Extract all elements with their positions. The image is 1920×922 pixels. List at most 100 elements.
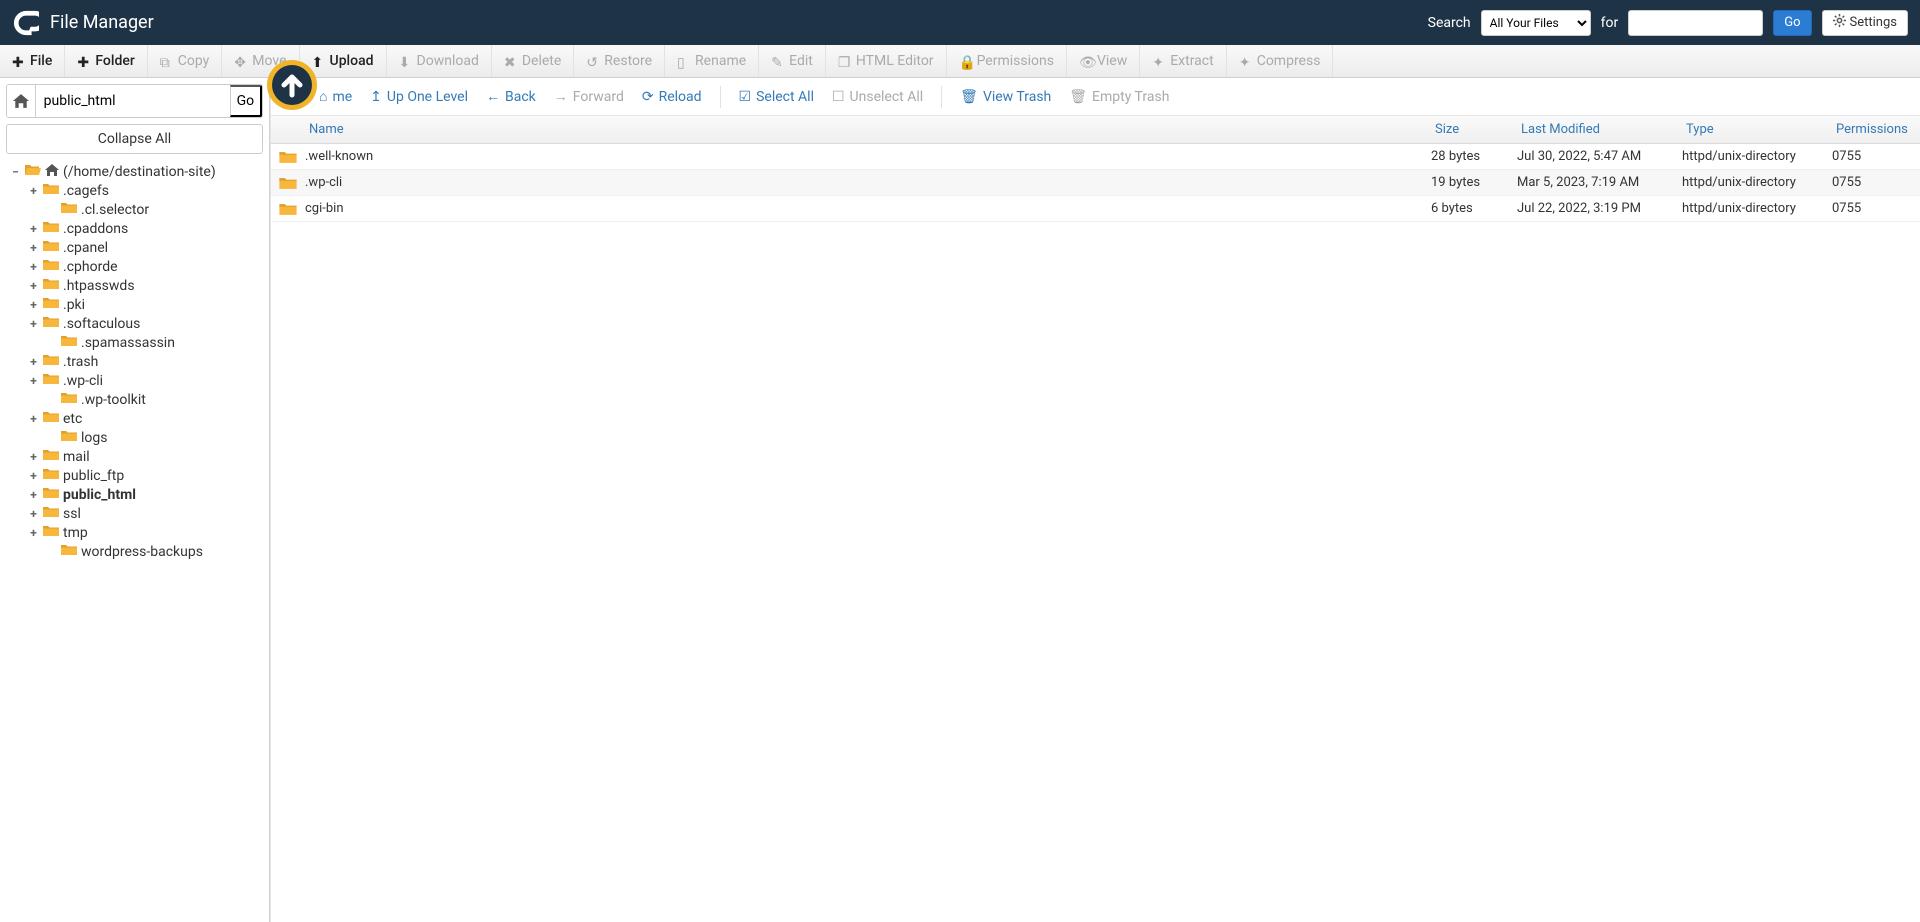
tree-expander[interactable]: + xyxy=(28,260,39,274)
toolbar-label: Copy xyxy=(178,53,210,69)
arrow-left-icon: ← xyxy=(486,88,500,105)
tree-item[interactable]: +.cpanel xyxy=(6,238,263,257)
view-trash-label: View Trash xyxy=(983,89,1051,105)
settings-button[interactable]: Settings xyxy=(1822,10,1908,36)
search-input[interactable] xyxy=(1628,10,1763,36)
tree-expander[interactable]: + xyxy=(28,488,39,502)
col-perm-header[interactable]: Permissions xyxy=(1832,122,1920,137)
move-icon: ✥ xyxy=(234,55,247,68)
cpanel-logo-icon xyxy=(12,9,40,37)
folder-icon xyxy=(61,201,77,218)
arrow-right-icon: → xyxy=(554,88,568,105)
search-label: Search xyxy=(1428,15,1471,31)
tree-expander[interactable]: + xyxy=(28,222,39,236)
tree-expander[interactable]: + xyxy=(28,526,39,540)
tree-item[interactable]: .cl.selector xyxy=(6,200,263,219)
back-action[interactable]: ← Back xyxy=(486,88,536,105)
tree-label: (/home/destination-site) xyxy=(63,164,216,180)
tree-item[interactable]: +.cagefs xyxy=(6,181,263,200)
cell-type: httpd/unix-directory xyxy=(1682,149,1832,164)
toolbar-copy-button: ⧉ Copy xyxy=(148,45,223,77)
search-scope-select[interactable]: All Your Files xyxy=(1481,10,1591,36)
view-trash-action[interactable]: 🗑 View Trash xyxy=(960,89,1051,105)
tree-label: ssl xyxy=(63,506,81,522)
tree-label: .softaculous xyxy=(63,316,140,332)
content-pane: ⌂ me ↥ Up One Level ← Back → Forward ⟳ R… xyxy=(270,78,1920,922)
tree-item[interactable]: +.htpasswds xyxy=(6,276,263,295)
tree-label: wordpress-backups xyxy=(81,544,203,560)
tree-item[interactable]: +.wp-cli xyxy=(6,371,263,390)
tree-expander[interactable]: + xyxy=(28,412,39,426)
gear-icon xyxy=(1833,14,1846,31)
tree-item[interactable]: .spamassassin xyxy=(6,333,263,352)
tree-item[interactable]: +public_html xyxy=(6,485,263,504)
toolbar-label: Extract xyxy=(1170,53,1213,69)
toolbar-label: Permissions xyxy=(977,53,1054,69)
table-row[interactable]: .well-known28 bytesJul 30, 2022, 5:47 AM… xyxy=(271,144,1920,170)
tree-item[interactable]: .wp-toolkit xyxy=(6,390,263,409)
tree-item[interactable]: logs xyxy=(6,428,263,447)
cell-name: .wp-cli xyxy=(305,175,1431,190)
empty-trash-action[interactable]: 🗑 Empty Trash xyxy=(1069,89,1169,105)
table-row[interactable]: cgi-bin6 bytesJul 22, 2022, 3:19 PMhttpd… xyxy=(271,196,1920,222)
tree-item[interactable]: + .cpaddons xyxy=(6,219,263,238)
select-all-action[interactable]: ☑ Select All xyxy=(739,89,814,105)
tree-item[interactable]: wordpress-backups xyxy=(6,542,263,561)
collapse-all-button[interactable]: Collapse All xyxy=(6,124,263,154)
tree-item[interactable]: +.trash xyxy=(6,352,263,371)
toolbar-file-button[interactable]: ✚File xyxy=(0,45,65,77)
unselect-all-action[interactable]: ☐ Unselect All xyxy=(832,89,923,105)
path-input[interactable] xyxy=(36,85,230,117)
col-type-header[interactable]: Type xyxy=(1682,122,1832,137)
tree-item[interactable]: +public_ftp xyxy=(6,466,263,485)
search-go-button[interactable]: Go xyxy=(1773,10,1811,36)
tree-item[interactable]: + ssl xyxy=(6,504,263,523)
tree-expander[interactable]: + xyxy=(28,241,39,255)
tree-expander[interactable]: + xyxy=(28,469,39,483)
tree-expander[interactable]: + xyxy=(28,279,39,293)
tree-item[interactable]: +etc xyxy=(6,409,263,428)
tree-label: .pki xyxy=(63,297,85,313)
col-name-header[interactable]: Name xyxy=(305,122,1431,137)
reload-action[interactable]: ⟳ Reload xyxy=(642,89,702,105)
reload-label: Reload xyxy=(659,89,702,105)
tree-item[interactable]: +tmp xyxy=(6,523,263,542)
tree-item[interactable]: + .softaculous xyxy=(6,314,263,333)
tree-item[interactable]: +.cphorde xyxy=(6,257,263,276)
tree-expander[interactable]: + xyxy=(28,450,39,464)
forward-action[interactable]: → Forward xyxy=(554,88,624,105)
tree-expander[interactable]: + xyxy=(28,507,39,521)
folder-icon xyxy=(43,524,59,541)
toolbar-folder-button[interactable]: ✚Folder xyxy=(65,45,147,77)
upload-highlight-badge xyxy=(267,60,317,110)
tree-item[interactable]: − (/home/destination-site) xyxy=(6,162,263,181)
table-row[interactable]: .wp-cli19 bytesMar 5, 2023, 7:19 AMhttpd… xyxy=(271,170,1920,196)
cell-type: httpd/unix-directory xyxy=(1682,201,1832,216)
cell-perm: 0755 xyxy=(1832,149,1920,164)
tree-expander[interactable]: − xyxy=(10,165,21,179)
home-action[interactable]: ⌂ me xyxy=(319,88,352,105)
tree-expander[interactable]: + xyxy=(28,184,39,198)
tree-expander[interactable]: + xyxy=(28,317,39,331)
cell-name: .well-known xyxy=(305,149,1431,164)
app-header: File Manager Search All Your Files for G… xyxy=(0,0,1920,45)
tree-expander[interactable]: + xyxy=(28,355,39,369)
col-modified-header[interactable]: Last Modified xyxy=(1517,122,1682,137)
folder-icon xyxy=(43,277,59,294)
tree-item[interactable]: + .pki xyxy=(6,295,263,314)
toolbar-label: File xyxy=(30,53,52,69)
tree-item[interactable]: +mail xyxy=(6,447,263,466)
tree-expander[interactable]: + xyxy=(28,298,39,312)
cell-modified: Mar 5, 2023, 7:19 AM xyxy=(1517,175,1682,190)
folder-icon xyxy=(271,202,305,216)
copy-icon: ⧉ xyxy=(160,55,173,68)
select-all-label: Select All xyxy=(756,89,814,105)
path-go-button[interactable]: Go xyxy=(230,85,262,117)
tree-label: .cpaddons xyxy=(63,221,128,237)
col-size-header[interactable]: Size xyxy=(1431,122,1517,137)
home-button[interactable] xyxy=(7,85,36,117)
up-one-level-action[interactable]: ↥ Up One Level xyxy=(370,89,468,105)
tree-expander[interactable]: + xyxy=(28,374,39,388)
cell-modified: Jul 30, 2022, 5:47 AM xyxy=(1517,149,1682,164)
folder-icon xyxy=(61,543,77,560)
